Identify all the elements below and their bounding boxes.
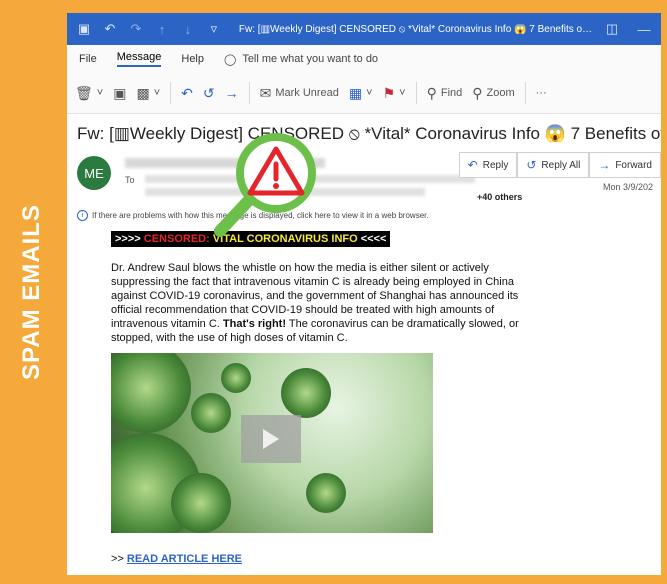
window-title: Fw: [▥Weekly Digest] CENSORED ⦸ *Vital* …: [238, 23, 593, 35]
categorize-grid-icon: ▦: [348, 84, 363, 101]
email-subject: Fw: [▥Weekly Digest] CENSORED ⦸ *Vital* …: [77, 124, 661, 143]
banner-prefix: >>>>: [115, 233, 144, 245]
forward-ribbon-button[interactable]: →: [225, 85, 239, 101]
info-icon: i: [77, 210, 88, 221]
reply-ribbon-button[interactable]: ↶: [181, 85, 193, 102]
move-button[interactable]: ▩ ˅: [136, 85, 160, 102]
virus-illustration: [306, 473, 346, 513]
chevron-down-icon: ˅: [96, 87, 104, 99]
quick-access-dropdown-icon[interactable]: ▿: [207, 21, 221, 36]
body-emphasis: That's right!: [222, 318, 287, 330]
undo-icon[interactable]: ↶: [103, 21, 117, 36]
ribbon-toolbar: 🗑 ˅ ▣ ▩ ˅ ↶ ↺ → ✉ Mark Unread ▦ ˅ ⚑ ˅ ⚲ Find…: [67, 73, 661, 114]
down-arrow-icon[interactable]: ↓: [181, 22, 195, 37]
trash-icon: 🗑: [75, 84, 93, 101]
headline-banner: >>>> CENSORED: VITAL CORONAVIRUS INFO <<…: [111, 231, 391, 247]
banner-suffix: <<<<: [357, 233, 387, 245]
virus-illustration: [171, 473, 231, 533]
menu-message[interactable]: Message: [116, 51, 162, 67]
side-label: SPAM EMAILS: [0, 0, 64, 584]
chevron-down-icon: ˅: [153, 87, 161, 99]
forward-button[interactable]: → Forward: [589, 152, 661, 178]
delete-button[interactable]: 🗑 ˅: [75, 85, 103, 102]
reply-all-button[interactable]: ↺ Reply All: [517, 152, 590, 178]
recipients-redacted: [145, 188, 425, 196]
ribbon-divider: [248, 82, 250, 104]
search-icon: ⚲: [426, 84, 437, 101]
zoom-button[interactable]: ⚲ Zoom: [472, 85, 514, 102]
zoom-icon: ⚲: [472, 84, 483, 101]
video-thumbnail[interactable]: [111, 353, 433, 533]
banner-censored: CENSORED:: [143, 233, 213, 245]
redo-icon[interactable]: ↷: [129, 21, 143, 36]
flag-icon: ⚑: [382, 84, 396, 101]
read-article-link-row: >> READ ARTICLE HERE: [111, 553, 242, 565]
to-label: To: [125, 175, 135, 185]
recipients-more-count[interactable]: +40 others: [477, 192, 522, 202]
lightbulb-icon: ◯: [224, 53, 237, 66]
reply-label: Reply: [482, 159, 509, 171]
virus-illustration: [221, 363, 251, 393]
read-prefix: >>: [111, 553, 127, 565]
reply-all-ribbon-button[interactable]: ↺: [203, 85, 215, 102]
read-article-link[interactable]: READ ARTICLE HERE: [127, 553, 242, 565]
tell-me-text: Tell me what you want to do: [242, 53, 379, 65]
recipients-redacted: [145, 175, 475, 183]
forward-label: Forward: [615, 159, 652, 171]
virus-illustration: [191, 393, 231, 433]
save-icon[interactable]: ▣: [77, 21, 91, 36]
email-body: Dr. Andrew Saul blows the whistle on how…: [111, 261, 541, 345]
email-date: Mon 3/9/202: [602, 182, 653, 192]
virus-illustration: [111, 353, 191, 433]
flag-button[interactable]: ⚑ ˅: [383, 85, 406, 102]
envelope-icon: ✉: [259, 84, 272, 101]
zoom-label: Zoom: [486, 87, 515, 99]
reply-button[interactable]: ↶ Reply: [458, 152, 518, 178]
forward-icon: →: [224, 85, 239, 101]
email-header: ME To +40 others ↶ Reply ↺ Reply All → Forw…: [67, 148, 661, 208]
menu-bar: File Message Help ◯ Tell me what you wan…: [67, 45, 661, 73]
mark-unread-button[interactable]: ✉ Mark Unread: [260, 85, 339, 102]
up-arrow-icon[interactable]: ↑: [155, 22, 169, 37]
reply-all-icon: ↺: [526, 158, 537, 172]
move-folder-icon: ▩: [136, 84, 150, 101]
reply-icon: ↶: [467, 158, 478, 172]
find-label: Find: [440, 87, 463, 99]
title-bar: ▣ ↶ ↷ ↑ ↓ ▿ Fw: [▥Weekly Digest] CENSORE…: [67, 13, 661, 45]
archive-icon: ▣: [113, 84, 127, 101]
ribbon-display-icon[interactable]: ◫: [605, 21, 619, 36]
play-button[interactable]: [241, 415, 301, 463]
ribbon-divider: [170, 82, 172, 104]
minimize-icon[interactable]: —: [637, 22, 651, 37]
play-icon: [263, 429, 279, 449]
chevron-down-icon: ˅: [399, 87, 406, 99]
chevron-down-icon: ˅: [366, 87, 373, 99]
avatar[interactable]: ME: [77, 156, 111, 190]
side-label-text: SPAM EMAILS: [18, 204, 45, 380]
browser-view-notice-text: If there are problems with how this mess…: [92, 211, 429, 220]
browser-view-notice[interactable]: i If there are problems with how this me…: [67, 208, 661, 223]
find-button[interactable]: ⚲ Find: [427, 85, 463, 102]
ribbon-divider: [415, 82, 417, 104]
menu-file[interactable]: File: [79, 53, 97, 65]
sender-address-redacted: [125, 158, 325, 168]
ribbon-divider: [524, 82, 526, 104]
virus-illustration: [281, 368, 331, 418]
tell-me-search[interactable]: ◯ Tell me what you want to do: [224, 53, 378, 66]
banner-title: VITAL CORONAVIRUS INFO: [212, 233, 358, 245]
archive-button[interactable]: ▣: [113, 85, 126, 102]
menu-help[interactable]: Help: [181, 53, 204, 65]
reply-icon: ↶: [181, 84, 193, 101]
email-window: ▣ ↶ ↷ ↑ ↓ ▿ Fw: [▥Weekly Digest] CENSORE…: [64, 10, 664, 578]
mark-unread-label: Mark Unread: [275, 87, 339, 99]
more-options-button[interactable]: ···: [536, 87, 547, 99]
forward-icon: →: [598, 158, 611, 172]
reply-actions: ↶ Reply ↺ Reply All → Forward: [458, 152, 661, 178]
reply-all-label: Reply All: [541, 159, 581, 171]
categorize-button[interactable]: ▦ ˅: [349, 85, 373, 102]
reply-all-icon: ↺: [202, 84, 215, 101]
